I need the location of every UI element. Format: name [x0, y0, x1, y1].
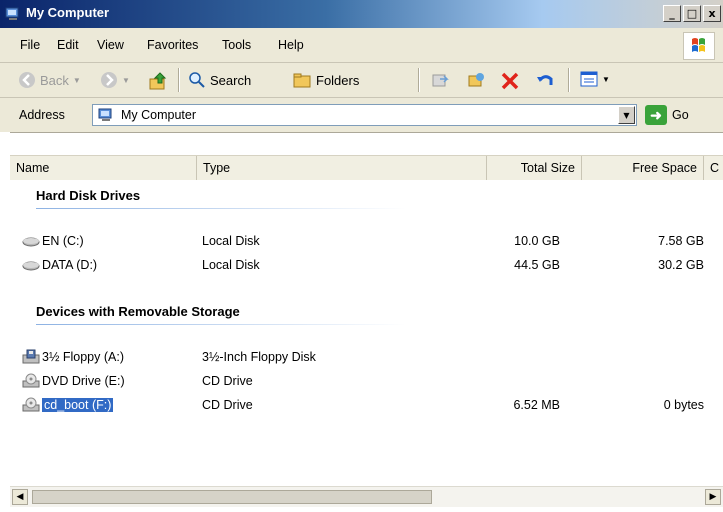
item-type: CD Drive — [202, 398, 253, 412]
search-icon — [189, 72, 205, 88]
menu-edit[interactable]: Edit — [57, 38, 79, 52]
menu-favorites[interactable]: Favorites — [147, 38, 198, 52]
list-item[interactable]: EN (C:) Local Disk 10.0 GB 7.58 GB — [22, 232, 712, 250]
views-button[interactable]: ▼ — [580, 71, 610, 87]
title-bar[interactable]: My Computer _ □ x — [0, 0, 723, 28]
go-arrow-icon: ➜ — [645, 105, 667, 125]
views-dropdown-icon: ▼ — [602, 74, 610, 84]
folders-button[interactable]: Folders — [292, 71, 359, 89]
column-header: Name Type Total Size Free Space C — [10, 155, 723, 181]
item-total-size: 10.0 GB — [514, 234, 560, 248]
forward-button[interactable]: ▼ — [100, 71, 130, 89]
hard-disk-icon — [22, 237, 40, 247]
item-type: Local Disk — [202, 258, 260, 272]
undo-button[interactable] — [535, 71, 555, 91]
cd-drive-icon — [22, 373, 40, 388]
hard-disk-icon — [22, 261, 40, 271]
move-to-button[interactable] — [430, 71, 450, 89]
search-button[interactable]: Search — [188, 71, 251, 89]
back-dropdown-icon: ▼ — [72, 75, 81, 85]
folders-icon — [293, 73, 311, 88]
column-name[interactable]: Name — [10, 156, 197, 180]
search-label: Search — [210, 72, 252, 88]
column-type[interactable]: Type — [197, 156, 487, 180]
item-type: Local Disk — [202, 234, 260, 248]
delete-x-icon — [501, 72, 519, 90]
delete-button[interactable] — [500, 71, 520, 91]
back-button[interactable]: Back ▼ — [18, 71, 81, 89]
window-controls: _ □ x — [663, 5, 721, 22]
copy-to-icon — [468, 73, 484, 87]
list-item[interactable]: 3½ Floppy (A:) 3½-Inch Floppy Disk — [22, 348, 712, 366]
item-free-space: 7.58 GB — [658, 234, 704, 248]
list-item-selected[interactable]: cd_boot (F:) CD Drive 6.52 MB 0 bytes — [22, 396, 712, 414]
views-icon — [580, 71, 598, 87]
menu-tools[interactable]: Tools — [222, 38, 251, 52]
item-name: DATA (D:) — [42, 258, 98, 272]
my-computer-icon — [5, 7, 19, 20]
column-total-size[interactable]: Total Size — [487, 156, 582, 180]
item-name: EN (C:) — [42, 234, 84, 248]
maximize-button[interactable]: □ — [683, 5, 701, 22]
group-title-hard-disk-drives: Hard Disk Drives — [36, 188, 141, 203]
menu-help[interactable]: Help — [278, 38, 304, 52]
item-name: DVD Drive (E:) — [42, 374, 125, 388]
list-item[interactable]: DATA (D:) Local Disk 44.5 GB 30.2 GB — [22, 256, 712, 274]
back-arrow-icon — [19, 72, 35, 88]
left-border — [0, 132, 10, 512]
scroll-left-button[interactable]: ◀ — [12, 489, 28, 505]
file-list[interactable]: Hard Disk Drives EN (C:) Local Disk 10.0… — [10, 180, 723, 480]
back-label: Back — [40, 72, 69, 88]
menu-bar: File Edit View Favorites Tools Help — [0, 28, 723, 63]
move-to-icon — [432, 74, 449, 87]
item-name: 3½ Floppy (A:) — [42, 350, 124, 364]
menu-file[interactable]: File — [20, 38, 40, 52]
go-button[interactable]: ➜ Go — [645, 105, 689, 125]
folders-label: Folders — [316, 72, 360, 88]
column-free-space[interactable]: Free Space — [582, 156, 704, 180]
cd-drive-icon — [22, 397, 40, 412]
my-computer-icon — [98, 108, 112, 121]
windows-logo-icon — [683, 32, 715, 60]
go-label: Go — [672, 108, 689, 122]
item-name: cd_boot (F:) — [40, 397, 115, 413]
undo-icon — [537, 75, 553, 85]
menu-view[interactable]: View — [97, 38, 124, 52]
item-total-size: 6.52 MB — [513, 398, 560, 412]
item-type: CD Drive — [202, 374, 253, 388]
address-dropdown-button[interactable]: ▼ — [618, 106, 635, 124]
item-free-space: 30.2 GB — [658, 258, 704, 272]
minimize-button[interactable]: _ — [663, 5, 681, 22]
forward-dropdown-icon: ▼ — [122, 75, 130, 85]
address-bar: Address My Computer ▼ ➜ Go — [0, 98, 723, 133]
group-divider — [36, 208, 406, 209]
item-total-size: 44.5 GB — [514, 258, 560, 272]
group-title-removable-storage: Devices with Removable Storage — [36, 304, 240, 319]
forward-arrow-icon — [101, 72, 117, 88]
scroll-right-button[interactable]: ▶ — [705, 489, 721, 505]
scrollbar-thumb[interactable] — [32, 490, 432, 504]
window-title: My Computer — [26, 5, 110, 20]
floppy-drive-icon — [22, 349, 40, 364]
address-label: Address — [19, 108, 65, 122]
up-folder-icon — [149, 72, 167, 90]
horizontal-scrollbar[interactable]: ◀ ▶ — [10, 486, 723, 507]
close-button[interactable]: x — [703, 5, 721, 22]
item-type: 3½-Inch Floppy Disk — [202, 350, 316, 364]
up-folder-button[interactable] — [148, 71, 168, 91]
address-field[interactable]: My Computer ▼ — [92, 104, 637, 126]
column-comments[interactable]: C — [704, 156, 723, 180]
item-free-space: 0 bytes — [663, 398, 704, 412]
copy-to-button[interactable] — [466, 71, 486, 89]
list-item[interactable]: DVD Drive (E:) CD Drive — [22, 372, 712, 390]
group-divider — [36, 324, 406, 325]
standard-toolbar: Back ▼ ▼ Search Folders ▼ — [0, 63, 723, 98]
address-value: My Computer — [121, 108, 197, 122]
